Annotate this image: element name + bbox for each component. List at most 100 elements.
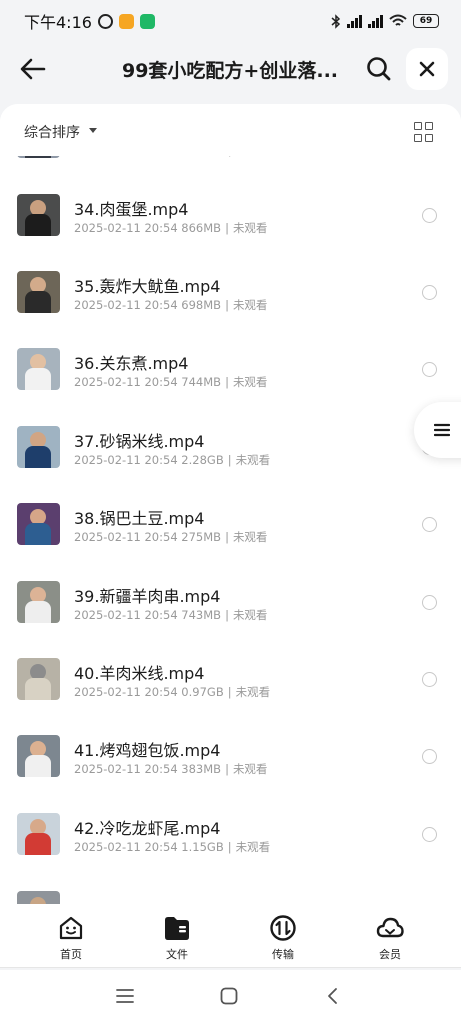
file-list: 2025-02-11 20:54 2.18GB|未观看34.肉蛋堡.mp4202… [0, 116, 461, 904]
folder-icon [165, 917, 189, 940]
file-name: 34.肉蛋堡.mp4 [74, 200, 189, 219]
sort-bar: 综合排序 [0, 104, 461, 156]
file-row[interactable]: 37.砂锅米线.mp4 2025-02-11 20:54 2.28GB | 未观看 [0, 426, 461, 504]
caret-down-icon[interactable] [89, 128, 97, 133]
select-radio[interactable] [422, 595, 437, 610]
transfer-icon [270, 915, 296, 941]
thumbnail-shape [25, 523, 51, 545]
tab-label: 文件 [166, 948, 188, 961]
file-date: 2025-02-11 20:54 [74, 530, 178, 544]
file-meta: 2025-02-11 20:54 2.28GB | 未观看 [74, 452, 270, 468]
file-row[interactable]: 34.肉蛋堡.mp4 2025-02-11 20:54 866MB | 未观看 [0, 194, 461, 272]
video-thumbnail [17, 658, 60, 700]
file-date: 2025-02-11 20:54 [74, 608, 178, 622]
thumbnail-shape [25, 755, 51, 777]
thumbnail-shape [25, 291, 51, 313]
menu-icon [434, 423, 450, 437]
video-thumbnail [17, 581, 60, 623]
sort-dropdown[interactable]: 综合排序 [24, 122, 80, 142]
file-meta: 2025-02-11 20:54 383MB | 未观看 [74, 761, 267, 777]
notification-app-icon [118, 13, 134, 29]
arrow-left-icon [20, 58, 46, 80]
search-button[interactable] [362, 52, 396, 86]
thumbnail-shape [25, 368, 51, 390]
file-name: 35.轰炸大鱿鱼.mp4 [74, 277, 221, 296]
file-row[interactable]: 36.关东煮.mp4 2025-02-11 20:54 744MB | 未观看 [0, 348, 461, 426]
close-button[interactable] [406, 48, 448, 90]
signal-icon [368, 14, 383, 28]
file-meta: 2025-02-11 20:54 698MB | 未观看 [74, 297, 267, 313]
battery-icon: 69 [413, 14, 439, 28]
watch-status: 未观看 [235, 453, 271, 467]
watch-status: 未观看 [235, 685, 271, 699]
video-thumbnail [17, 348, 60, 390]
file-size: 866MB [181, 221, 222, 235]
select-radio[interactable] [422, 285, 437, 300]
watch-status: 未观看 [232, 608, 268, 622]
cloud-icon [376, 917, 404, 938]
floating-menu-button[interactable] [414, 402, 461, 458]
search-icon [367, 57, 391, 81]
file-size: 1.15GB [181, 840, 224, 854]
tab-vip[interactable]: 会员 [355, 914, 425, 962]
status-time: 下午4:16 [24, 13, 92, 32]
file-name: 38.锅巴土豆.mp4 [74, 509, 205, 528]
meta-separator: | [227, 453, 232, 467]
file-meta: 2025-02-11 20:54 0.97GB | 未观看 [74, 684, 270, 700]
back-nav-icon[interactable] [326, 987, 338, 1005]
watch-status: 未观看 [232, 530, 268, 544]
tab-transfer[interactable]: 传输 [248, 914, 318, 962]
meta-separator: | [225, 530, 229, 544]
file-row[interactable]: 35.轰炸大鱿鱼.mp4 2025-02-11 20:54 698MB | 未观看 [0, 271, 461, 349]
bluetooth-icon [331, 13, 341, 29]
file-date: 2025-02-11 20:54 [74, 221, 178, 235]
file-size: 743MB [181, 608, 222, 622]
thumbnail-shape [25, 833, 51, 855]
select-radio[interactable] [422, 827, 437, 842]
video-thumbnail [17, 271, 60, 313]
video-thumbnail [17, 735, 60, 777]
tab-files[interactable]: 文件 [142, 914, 212, 962]
file-size: 698MB [181, 298, 222, 312]
watch-status: 未观看 [232, 221, 268, 235]
file-row[interactable]: 38.锅巴土豆.mp4 2025-02-11 20:54 275MB | 未观看 [0, 503, 461, 581]
file-name: 40.羊肉米线.mp4 [74, 664, 205, 683]
file-row[interactable] [0, 891, 461, 904]
back-button[interactable] [16, 52, 50, 86]
select-radio[interactable] [422, 672, 437, 687]
file-date: 2025-02-11 20:54 [74, 762, 178, 776]
file-row[interactable]: 41.烤鸡翅包饭.mp4 2025-02-11 20:54 383MB | 未观看 [0, 735, 461, 813]
file-name: 39.新疆羊肉串.mp4 [74, 587, 221, 606]
file-row[interactable]: 42.冷吃龙虾尾.mp4 2025-02-11 20:54 1.15GB | 未观看 [0, 813, 461, 891]
select-radio[interactable] [422, 362, 437, 377]
status-bar: 下午4:16 69 [0, 0, 461, 42]
file-row[interactable]: 39.新疆羊肉串.mp4 2025-02-11 20:54 743MB | 未观看 [0, 581, 461, 659]
video-thumbnail [17, 813, 60, 855]
file-row[interactable]: 40.羊肉米线.mp4 2025-02-11 20:54 0.97GB | 未观看 [0, 658, 461, 736]
signal-icon [347, 14, 362, 28]
tab-home[interactable]: 首页 [36, 914, 106, 962]
home-nav-icon[interactable] [220, 987, 238, 1005]
recent-apps-icon[interactable] [116, 988, 134, 1004]
file-meta: 2025-02-11 20:54 743MB | 未观看 [74, 607, 267, 623]
grid-view-icon [414, 122, 422, 130]
select-radio[interactable] [422, 208, 437, 223]
select-radio[interactable] [422, 749, 437, 764]
file-meta: 2025-02-11 20:54 275MB | 未观看 [74, 529, 267, 545]
thumbnail-shape [25, 678, 51, 700]
video-thumbnail [17, 426, 60, 468]
meta-separator: | [225, 762, 229, 776]
meta-separator: | [227, 685, 232, 699]
grid-view-button[interactable] [414, 122, 434, 142]
notification-app-icon [139, 13, 155, 29]
header: 99套小吃配方+创业落... [0, 44, 461, 96]
file-size: 275MB [181, 530, 222, 544]
meta-separator: | [225, 375, 229, 389]
select-radio[interactable] [422, 517, 437, 532]
thumbnail-shape [25, 446, 51, 468]
file-list-panel: 综合排序 2025-02-11 20:54 2.18GB|未观看34.肉蛋堡.m… [0, 104, 461, 904]
tab-label: 首页 [60, 948, 82, 961]
file-name: 36.关东煮.mp4 [74, 354, 189, 373]
thumbnail-shape [25, 214, 51, 236]
meta-separator: | [225, 221, 229, 235]
